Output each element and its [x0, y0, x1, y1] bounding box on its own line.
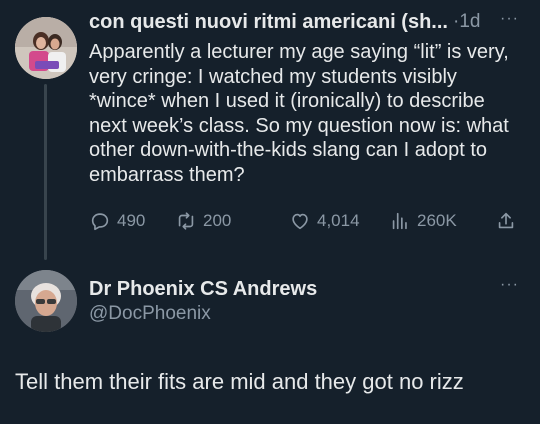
reply-text: Tell them their fits are mid and they go… — [15, 369, 464, 394]
repost-count: 200 — [203, 211, 232, 230]
heart-icon — [292, 213, 308, 230]
like-count: 4,014 — [317, 211, 360, 230]
action-bar: 490 200 4,014 260K — [89, 210, 529, 236]
share-button[interactable] — [495, 210, 523, 232]
avatar[interactable] — [15, 17, 77, 79]
thread-line — [44, 84, 47, 260]
repost-button[interactable]: 200 — [175, 210, 231, 232]
reply-icon — [91, 213, 109, 231]
avatar-image — [15, 270, 77, 332]
views-icon — [392, 212, 407, 230]
more-options-button[interactable]: ··· — [500, 10, 519, 28]
repost-icon — [178, 212, 194, 230]
view-count: 260K — [417, 211, 457, 230]
views-button[interactable]: 260K — [389, 210, 457, 232]
reply-button[interactable]: 490 — [89, 210, 145, 232]
avatar[interactable] — [15, 270, 77, 332]
post-time[interactable]: ·1d — [453, 11, 480, 33]
author-name[interactable]: con questi nuovi ritmi americani (sh... — [89, 11, 448, 34]
author-name[interactable]: Dr Phoenix CS Andrews — [89, 278, 317, 301]
like-button[interactable]: 4,014 — [289, 210, 360, 232]
more-options-button[interactable]: ··· — [500, 276, 519, 294]
avatar-image — [15, 17, 77, 79]
post-text: Apparently a lecturer my age saying “lit… — [89, 41, 509, 186]
timestamp[interactable]: 1d — [459, 11, 480, 32]
author-handle[interactable]: @DocPhoenix — [89, 303, 211, 325]
share-icon — [498, 212, 514, 229]
reply-count: 490 — [117, 211, 146, 230]
